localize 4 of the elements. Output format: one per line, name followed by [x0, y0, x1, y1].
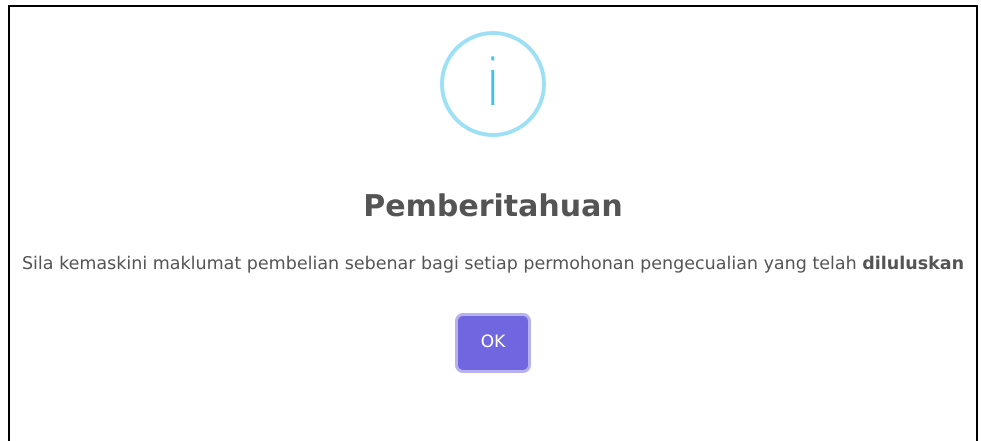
info-icon: i	[440, 31, 546, 137]
dialog-message: Sila kemaskini maklumat pembelian sebenar bagi setiap permohonan pengecualian yang telah diluluskan	[22, 253, 964, 276]
dialog-title: Pemberitahuan	[363, 189, 623, 225]
ok-button[interactable]: OK	[458, 316, 528, 370]
